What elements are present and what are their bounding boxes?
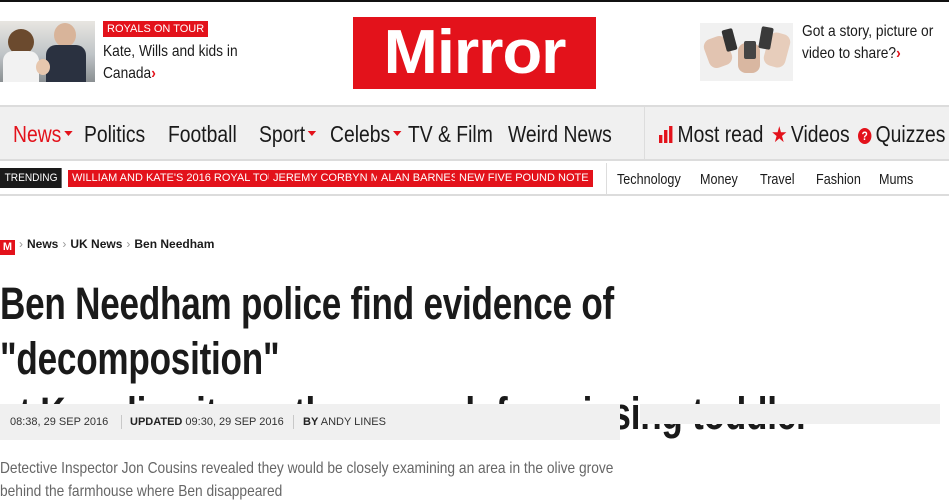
trending-label: TRENDING bbox=[0, 168, 63, 188]
nav-item-football[interactable]: Football bbox=[168, 121, 237, 147]
bar-chart-icon bbox=[659, 126, 673, 143]
trending-tag[interactable]: ALAN BARNES bbox=[377, 170, 463, 187]
nav-item-news-label[interactable]: News bbox=[13, 121, 61, 147]
share-story-image[interactable] bbox=[700, 23, 793, 81]
nav-item-politics-label[interactable]: Politics bbox=[84, 121, 145, 147]
caret-down-icon bbox=[392, 131, 402, 137]
royals-promo-line1[interactable]: Kate, Wills and kids in bbox=[103, 43, 238, 60]
section-link-fashion[interactable]: Fashion bbox=[816, 171, 861, 189]
share-story-line2[interactable]: video to share? bbox=[802, 45, 896, 62]
share-story-promo[interactable]: Got a story, picture or video to share?› bbox=[700, 23, 949, 81]
nav-item-weird-news-label[interactable]: Weird News bbox=[508, 121, 612, 147]
top-border bbox=[0, 0, 949, 2]
nav-item-celebs[interactable]: Celebs bbox=[330, 121, 402, 147]
nav-videos[interactable]: ★ Videos bbox=[771, 121, 850, 148]
mirror-home-icon[interactable]: M bbox=[0, 240, 15, 255]
author-byline: BY ANDY LINES bbox=[303, 404, 386, 440]
royals-promo-text[interactable]: Kate, Wills and kids in Canada› bbox=[103, 41, 249, 85]
chevron-right-icon: › bbox=[896, 45, 901, 62]
breadcrumb-separator: › bbox=[19, 237, 23, 251]
by-label: BY bbox=[303, 416, 319, 428]
breadcrumb: M › News › UK News › Ben Needham bbox=[0, 236, 214, 255]
section-link-travel[interactable]: Travel bbox=[760, 171, 795, 189]
nav-item-sport-label[interactable]: Sport bbox=[259, 121, 305, 147]
share-story-line1[interactable]: Got a story, picture or bbox=[802, 23, 933, 40]
headline-line-1: Ben Needham police find evidence of "dec… bbox=[0, 278, 615, 384]
caret-down-icon bbox=[307, 131, 317, 137]
published-time: 08:38, 29 SEP 2016 bbox=[10, 416, 109, 428]
chevron-right-icon: › bbox=[151, 65, 156, 82]
nav-item-football-label[interactable]: Football bbox=[168, 121, 237, 147]
updated-label: UPDATED bbox=[130, 416, 183, 428]
breadcrumb-news[interactable]: News bbox=[27, 237, 58, 251]
breadcrumb-ben-needham[interactable]: Ben Needham bbox=[134, 237, 214, 251]
royals-promo-tag[interactable]: ROYALS ON TOUR bbox=[103, 21, 209, 37]
updated-value: 09:30, 29 SEP 2016 bbox=[185, 416, 284, 428]
trending-tag[interactable]: JEREMY CORBYN MP bbox=[269, 170, 392, 187]
share-story-text[interactable]: Got a story, picture or video to share?› bbox=[802, 21, 933, 65]
nav-item-weird-news[interactable]: Weird News bbox=[508, 121, 612, 147]
trending-bar: TRENDING WILLIAM AND KATE'S 2016 ROYAL T… bbox=[0, 163, 949, 196]
main-nav: News Politics Football Sport Celebs TV &… bbox=[0, 105, 949, 161]
breadcrumb-uk-news[interactable]: UK News bbox=[70, 237, 122, 251]
nav-most-read-label[interactable]: Most read bbox=[677, 121, 763, 147]
logo-text: Mirror bbox=[383, 17, 567, 87]
updated-time: UPDATED 09:30, 29 SEP 2016 bbox=[130, 404, 284, 440]
royals-promo-line2[interactable]: Canada bbox=[103, 65, 151, 82]
mirror-logo[interactable]: Mirror bbox=[353, 17, 596, 89]
meta-divider bbox=[293, 415, 294, 429]
section-link-mums[interactable]: Mums bbox=[879, 171, 913, 189]
breadcrumb-separator: › bbox=[62, 237, 67, 251]
nav-videos-label[interactable]: Videos bbox=[791, 121, 850, 147]
nav-item-tv-film-label[interactable]: TV & Film bbox=[408, 121, 493, 147]
nav-item-politics[interactable]: Politics bbox=[84, 121, 145, 147]
royals-promo-image[interactable] bbox=[0, 21, 95, 82]
royals-promo[interactable]: ROYALS ON TOUR Kate, Wills and kids in C… bbox=[0, 21, 270, 83]
section-link-money[interactable]: Money bbox=[700, 171, 738, 189]
nav-quizzes[interactable]: ? Quizzes bbox=[858, 121, 945, 147]
caret-down-icon bbox=[63, 131, 73, 137]
nav-quizzes-label[interactable]: Quizzes bbox=[876, 121, 946, 147]
trending-tag[interactable]: NEW FIVE POUND NOTE bbox=[455, 170, 593, 187]
author-name[interactable]: ANDY LINES bbox=[321, 416, 386, 428]
nav-item-celebs-label[interactable]: Celebs bbox=[330, 121, 390, 147]
nav-most-read[interactable]: Most read bbox=[659, 121, 763, 147]
nav-item-tv-film[interactable]: TV & Film bbox=[408, 121, 493, 147]
star-icon: ★ bbox=[771, 122, 788, 147]
question-icon: ? bbox=[858, 128, 872, 144]
article-standfirst: Detective Inspector Jon Cousins revealed… bbox=[0, 460, 614, 500]
breadcrumb-separator: › bbox=[126, 237, 131, 251]
nav-divider bbox=[644, 107, 645, 159]
article-meta: 08:38, 29 SEP 2016 UPDATED 09:30, 29 SEP… bbox=[0, 404, 620, 440]
trending-divider bbox=[606, 163, 607, 194]
nav-item-news[interactable]: News bbox=[13, 121, 73, 147]
trending-tag[interactable]: WILLIAM AND KATE'S 2016 ROYAL TOUR bbox=[68, 170, 288, 187]
nav-item-sport[interactable]: Sport bbox=[259, 121, 317, 147]
ad-slot bbox=[640, 404, 940, 424]
section-link-technology[interactable]: Technology bbox=[617, 171, 681, 189]
meta-divider bbox=[121, 415, 122, 429]
